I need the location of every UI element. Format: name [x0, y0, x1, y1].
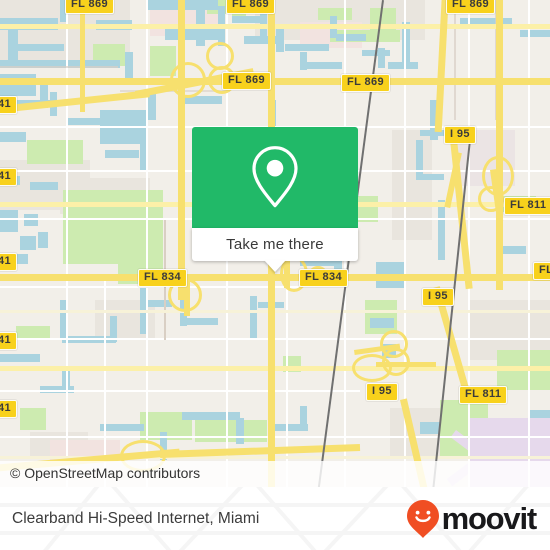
water-body: [18, 44, 64, 51]
water-body: [306, 62, 342, 69]
map-pin-icon: [252, 145, 298, 207]
water-body: [148, 94, 156, 120]
road-shield: FL 869: [65, 0, 115, 14]
road-shield: I 95: [422, 288, 454, 306]
card-pointer: [264, 260, 286, 272]
water-body: [24, 214, 38, 226]
road-shield: FL 811: [504, 197, 550, 215]
ramp-loop: [352, 354, 392, 382]
water-body: [0, 210, 18, 232]
road-shield: FL 869: [446, 0, 496, 14]
water-body: [285, 44, 329, 51]
ramp-loop: [170, 62, 206, 98]
water-body: [0, 132, 26, 142]
moovit-logo[interactable]: moovit: [406, 499, 538, 539]
page-title: Clearband Hi-Speed Internet, Miami: [12, 509, 260, 527]
water-body: [250, 296, 257, 338]
highway-vertical: [80, 0, 85, 112]
road-shield: FL 834: [138, 269, 188, 287]
water-body: [105, 150, 139, 158]
water-body: [20, 236, 36, 250]
track: [0, 66, 118, 68]
water-body: [388, 62, 418, 69]
take-me-there-label: Take me there: [226, 236, 324, 253]
road-shield: 41: [0, 168, 18, 186]
ramp: [376, 362, 436, 367]
road-shield: FL: [533, 262, 550, 280]
water-body: [146, 300, 172, 307]
take-me-there-button[interactable]: Take me there: [192, 228, 358, 272]
road-shield: 41: [0, 332, 18, 350]
moovit-wordmark: moovit: [441, 501, 538, 536]
water-body: [276, 26, 284, 52]
water-body: [420, 422, 440, 434]
road-shield: FL 834: [299, 269, 349, 287]
destination-card[interactable]: Take me there: [192, 127, 358, 272]
water-body: [100, 424, 144, 431]
road-shield: I 95: [444, 126, 476, 144]
road-shield: 41: [0, 96, 18, 114]
water-body: [186, 318, 218, 325]
map-canvas[interactable]: FL 869 FL 869 FL 869 FL 869 FL 869 41 I 95 41 FL…: [0, 0, 550, 487]
park-area: [20, 408, 46, 430]
road-shield: FL 869: [341, 74, 391, 92]
secondary-road: [0, 310, 550, 313]
water-body: [8, 30, 18, 62]
road-shield: 41: [0, 253, 18, 271]
highway-vertical: [178, 0, 185, 300]
water-body: [232, 16, 262, 23]
water-body: [236, 418, 244, 444]
primary-road: [0, 366, 550, 371]
road-shield: FL 869: [226, 0, 276, 14]
water-body: [370, 318, 394, 328]
water-body: [300, 406, 307, 430]
water-body: [520, 30, 550, 37]
water-body: [438, 200, 445, 260]
landuse-residential: [392, 130, 432, 240]
card-image-area: [192, 127, 358, 228]
water-body: [165, 28, 225, 40]
street: [146, 0, 148, 487]
road-shield: I 95: [366, 383, 398, 401]
water-body: [125, 52, 133, 78]
moovit-map-page: FL 869 FL 869 FL 869 FL 869 FL 869 41 I 95 41 FL…: [0, 0, 550, 550]
highway-i95: [434, 0, 449, 133]
water-body: [0, 354, 40, 362]
water-body: [66, 118, 100, 125]
track: [454, 0, 456, 120]
footer-bar: Clearband Hi-Speed Internet, Miami moovi…: [0, 487, 550, 550]
street: [66, 0, 68, 487]
highway-fl811: [496, 0, 503, 290]
attribution-text: © OpenStreetMap contributors: [10, 465, 201, 481]
water-body: [378, 48, 385, 68]
moovit-pin-icon: [406, 499, 439, 538]
water-body: [418, 174, 444, 180]
water-body: [30, 182, 58, 190]
road-shield: 41: [0, 400, 18, 418]
street: [0, 170, 200, 172]
park-area: [27, 140, 83, 164]
water-body: [500, 246, 526, 254]
road-shield: FL 811: [459, 386, 508, 404]
street: [0, 390, 360, 392]
street: [528, 0, 530, 487]
water-body: [38, 232, 48, 248]
park-area: [365, 300, 397, 334]
park-area: [195, 420, 267, 442]
map-attribution-bar: © OpenStreetMap contributors: [0, 461, 550, 487]
street: [468, 0, 470, 487]
water-body: [182, 412, 240, 420]
water-body: [530, 410, 550, 418]
road-shield: FL 869: [222, 72, 272, 90]
water-body: [336, 34, 366, 41]
